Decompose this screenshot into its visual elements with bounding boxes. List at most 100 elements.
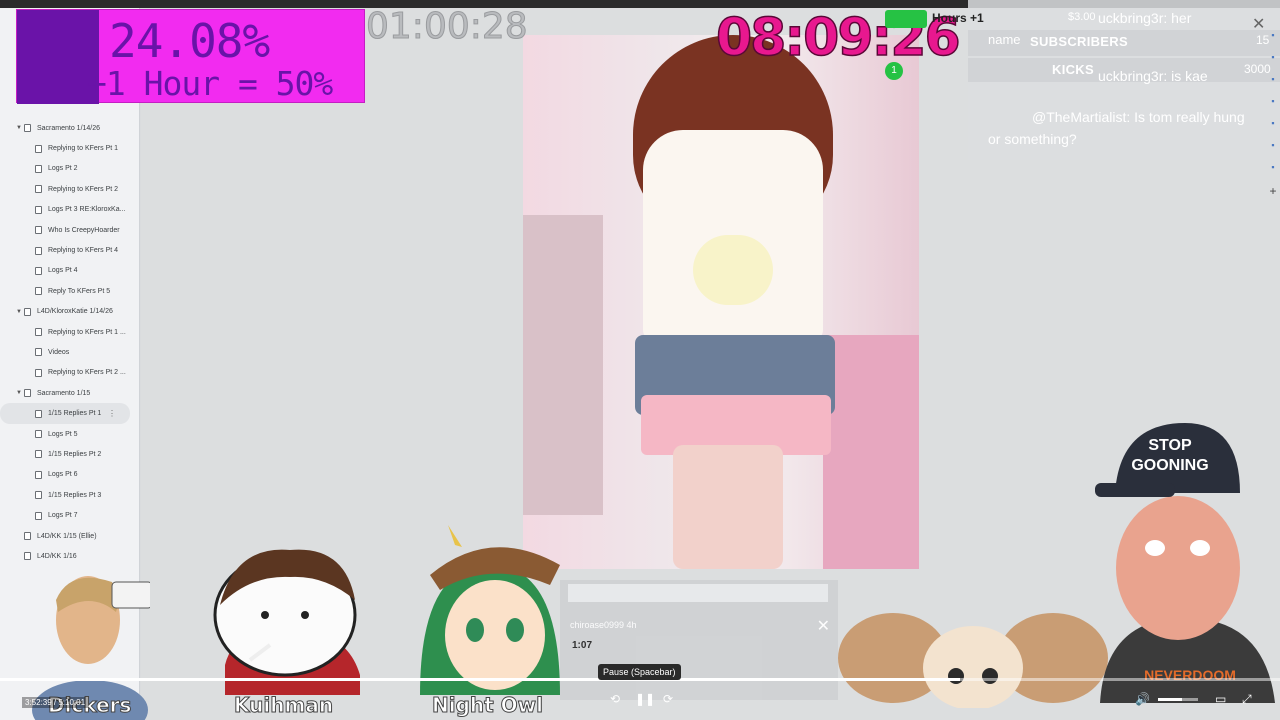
toolbar-icon[interactable]: ▪ <box>1266 30 1280 52</box>
hat-text-line2: GOONING <box>1131 457 1208 474</box>
toolbar-icon[interactable]: ▪ <box>1266 118 1280 140</box>
document-icon <box>35 328 42 337</box>
outline-item[interactable]: 1/15 Replies Pt 1 ⋮ <box>0 403 130 424</box>
outline-item[interactable]: 1/15 Replies Pt 3 <box>0 485 140 505</box>
close-icon[interactable]: ✕ <box>1252 14 1265 34</box>
subscribers-label: SUBSCRIBERS <box>1030 34 1128 49</box>
document-icon <box>24 389 31 398</box>
document-icon <box>35 226 42 235</box>
outline-item[interactable]: Who Is CreepyHoarder <box>0 220 140 240</box>
outline-item-label: Videos <box>48 348 70 356</box>
outline-item[interactable]: Replying to KFers Pt 4 <box>0 240 140 260</box>
outline-item[interactable]: Videos <box>0 342 140 362</box>
document-icon <box>35 164 42 173</box>
outline-item[interactable]: Logs Pt 7 <box>0 505 140 525</box>
outline-item-label: Replying to KFers Pt 1 ... <box>48 328 126 336</box>
chevron-down-icon[interactable]: ▼ <box>14 309 24 315</box>
character-stop-gooning: STOP GOONING NEVERDOOM <box>1095 423 1275 703</box>
dickers-speech-bubble <box>111 581 150 609</box>
outline-item[interactable]: Replying to KFers Pt 1 <box>0 138 140 158</box>
outline-item[interactable]: Logs Pt 2 <box>0 159 140 179</box>
goal-rule: +1 Hour = 50% <box>87 64 333 103</box>
forward-icon[interactable]: ⟳ <box>663 692 673 706</box>
document-icon <box>35 409 42 418</box>
outline-item-label: 1/15 Replies Pt 2 <box>48 450 102 458</box>
photo-legs <box>673 445 783 569</box>
outline-item[interactable]: Replying to KFers Pt 1 ... <box>0 322 140 342</box>
toolbar-icon[interactable]: ▪ <box>1266 162 1280 184</box>
fullscreen-icon[interactable]: ⤢ <box>1242 692 1252 707</box>
toolbar-icon[interactable]: ▪ <box>1266 52 1280 74</box>
photo-shelf <box>523 215 603 515</box>
outline-item-label: L4D/KK 1/16 <box>37 552 77 560</box>
close-icon[interactable]: ✕ <box>817 616 830 636</box>
toolbar-icon[interactable]: ▪ <box>1266 140 1280 162</box>
hat-text-line1: STOP <box>1148 437 1192 454</box>
outline-item[interactable]: Logs Pt 3 RE:KloroxKa... <box>0 200 140 220</box>
chevron-down-icon[interactable]: ▼ <box>14 390 24 396</box>
phone-screenshot-overlay: chiroase0999 4h 1:07 ✕ <box>560 580 838 700</box>
outline-item[interactable]: Logs Pt 5 <box>0 424 140 444</box>
outline-item[interactable]: Replying to KFers Pt 2 <box>0 179 140 199</box>
phone-time: 1:07 <box>572 640 593 651</box>
character-moth <box>838 613 1108 708</box>
outline-item-label: L4D/KloroxKatie 1/14/26 <box>37 308 113 316</box>
outline-item[interactable]: ▼ L4D/KloroxKatie 1/14/26 <box>0 302 140 322</box>
toolbar-icon[interactable]: ▪ <box>1266 96 1280 118</box>
document-icon <box>35 144 42 153</box>
chat-fragment-1: uckbring3r: her <box>1098 10 1192 26</box>
outline-item-label: L4D/KK 1/15 (Ellie) <box>37 532 97 540</box>
night-owl-eye <box>506 618 524 642</box>
more-options-icon[interactable]: ⋮ <box>108 409 116 418</box>
outline-item[interactable]: ▼ Sacramento 1/14/26 <box>0 118 140 138</box>
outline-item-label: Logs Pt 3 RE:KloroxKa... <box>48 206 126 214</box>
photo-rug <box>823 335 919 569</box>
embedded-photo <box>523 35 919 569</box>
chat-username: @TheMartialist: <box>1032 109 1131 125</box>
chat-fragment-2: name <box>988 32 1021 47</box>
settings-icon[interactable]: ▭ <box>1215 692 1226 706</box>
document-icon <box>24 532 31 540</box>
outline-item-label: Replying to KFers Pt 2 <box>48 185 119 193</box>
night-owl-horn <box>448 525 462 547</box>
outline-item-label: 1/15 Replies Pt 3 <box>48 491 102 499</box>
chat-message: @TheMartialist: Is tom really hung or so… <box>988 106 1256 150</box>
pause-tooltip: Pause (Spacebar) <box>598 664 681 680</box>
character-night-owl <box>420 525 560 695</box>
document-icon <box>35 185 42 194</box>
outline-item-label: Logs Pt 2 <box>48 165 78 173</box>
goal-box: 24.08% +1 Hour = 50% <box>16 9 365 104</box>
document-icon <box>35 287 42 296</box>
chat-fragment-3: uckbring3r: is kae <box>1098 68 1208 84</box>
tip-amount: $3.00 <box>1068 11 1096 23</box>
rewind-icon[interactable]: ⟲ <box>610 692 620 706</box>
volume-fill <box>1158 698 1182 701</box>
outline-item[interactable]: ▼ Sacramento 1/15 <box>0 383 140 403</box>
moth-body <box>923 626 1023 708</box>
outline-list: ▼ Sacramento 1/14/26 Replying to KFers Pt … <box>0 118 140 567</box>
document-icon <box>35 368 42 377</box>
pause-icon[interactable]: ❚❚ <box>635 692 655 706</box>
outline-item[interactable]: Logs Pt 4 <box>0 261 140 281</box>
document-icon <box>24 307 31 316</box>
chevron-down-icon[interactable]: ▼ <box>14 125 24 131</box>
outline-item[interactable]: L4D/KK 1/15 (Ellie) <box>0 526 140 546</box>
phone-header <box>568 584 828 602</box>
outline-item[interactable]: Logs Pt 6 <box>0 465 140 485</box>
right-side-toolbar: ▪ ▪ ▪ ▪ ▪ ▪ ▪ + <box>1266 30 1280 230</box>
outline-item-label: Logs Pt 4 <box>48 267 78 275</box>
outline-item[interactable]: Replying to KFers Pt 2 ... <box>0 363 140 383</box>
outline-item[interactable]: 1/15 Replies Pt 2 <box>0 444 140 464</box>
hours-badge <box>885 10 927 28</box>
outline-item-label: Logs Pt 5 <box>48 430 78 438</box>
outline-item-label: Logs Pt 7 <box>48 512 78 520</box>
photo-shirt-graphic <box>693 235 773 305</box>
gooning-eye <box>1145 540 1165 556</box>
document-icon <box>35 430 42 439</box>
toolbar-icon[interactable]: ▪ <box>1266 74 1280 96</box>
outline-item[interactable]: Reply To KFers Pt 5 <box>0 281 140 301</box>
hours-label: Hours +1 <box>932 11 984 25</box>
add-icon[interactable]: + <box>1266 184 1280 206</box>
volume-icon[interactable]: 🔊 <box>1135 692 1150 706</box>
volume-slider[interactable] <box>1158 698 1198 701</box>
